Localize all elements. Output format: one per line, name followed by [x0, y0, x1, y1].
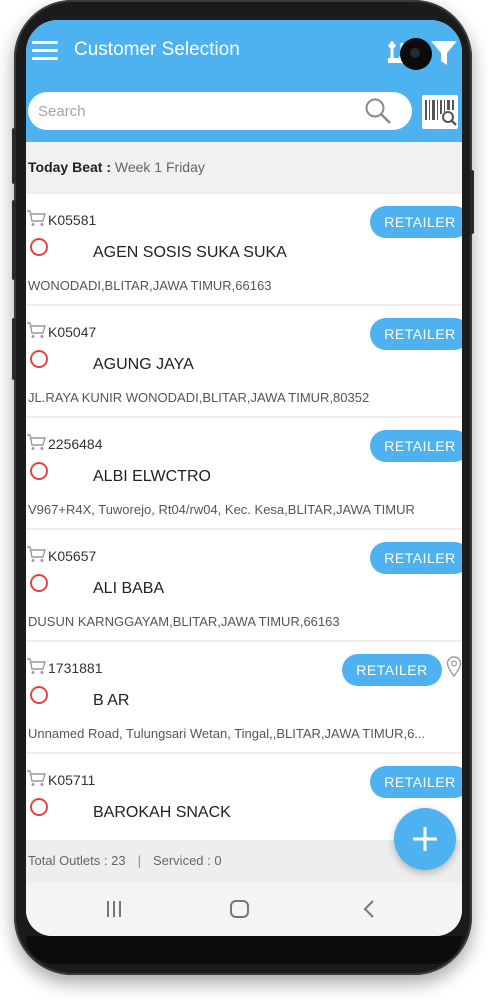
menu-icon[interactable] [32, 41, 58, 61]
status-indicator [30, 798, 48, 816]
customer-type-badge[interactable]: RETAILER [342, 654, 442, 686]
customer-address: DUSUN KARNGGAYAM,BLITAR,JAWA TIMUR,66163 [28, 614, 340, 629]
customer-address: WONODADI,BLITAR,JAWA TIMUR,66163 [28, 278, 272, 293]
filter-icon[interactable] [430, 39, 458, 67]
phone-chin [26, 936, 462, 964]
customer-name: ALI BABA [93, 580, 165, 597]
barcode-scanner-icon[interactable] [422, 95, 458, 129]
search-input[interactable] [38, 92, 358, 130]
customer-card[interactable]: K05657 RETAILER ALI BABA DUSUN KARNGGAYA… [26, 530, 462, 640]
plus-icon [413, 827, 437, 851]
page-title: Customer Selection [74, 39, 240, 60]
customer-name: B AR [93, 692, 130, 709]
customer-type-badge[interactable]: RETAILER [370, 318, 462, 350]
volume-button [12, 128, 16, 184]
customer-card[interactable]: K05047 RETAILER AGUNG JAYA JL.RAYA KUNIR… [26, 306, 462, 416]
cart-icon [27, 434, 46, 450]
customer-type-badge[interactable]: RETAILER [370, 430, 462, 462]
status-indicator [30, 574, 48, 592]
bixby-button [12, 200, 16, 280]
customer-code: K05047 [48, 324, 97, 340]
power-button [470, 170, 474, 234]
customer-address: Unnamed Road, Tulungsari Wetan, Tingal,,… [28, 726, 426, 741]
back-icon[interactable] [358, 898, 382, 920]
customer-code: 2256484 [48, 436, 103, 452]
beat-label: Today Beat : [28, 159, 115, 175]
side-button [12, 318, 16, 380]
customer-card[interactable]: K05581 RETAILER AGEN SOSIS SUKA SUKA WON… [26, 194, 462, 304]
cart-icon [27, 210, 46, 226]
status-indicator [30, 462, 48, 480]
beat-value: Week 1 Friday [114, 159, 205, 175]
customer-card[interactable]: 2256484 RETAILER ALBI ELWCTRO V967+R4X, … [26, 418, 462, 528]
customer-code: K05581 [48, 212, 97, 228]
status-indicator [30, 686, 48, 704]
summary-separator: | [137, 853, 141, 868]
system-nav-bar [26, 882, 462, 936]
customer-address: V967+R4X, Tuworejo, Rt04/rw04, Kec. Kesa… [28, 502, 415, 517]
customer-code: K05711 [48, 772, 96, 788]
recent-apps-icon[interactable] [102, 898, 126, 920]
app-bar: Customer Selection [26, 20, 462, 142]
home-icon[interactable] [228, 898, 252, 920]
search-bar[interactable] [28, 92, 412, 130]
customer-name: BAROKAH SNACK [93, 804, 231, 821]
customer-name: ALBI ELWCTRO [93, 468, 211, 485]
customer-name: AGUNG JAYA [93, 356, 194, 373]
customer-type-badge[interactable]: RETAILER [370, 542, 462, 574]
customer-name: AGEN SOSIS SUKA SUKA [93, 244, 287, 261]
customer-type-badge[interactable]: RETAILER [370, 766, 462, 798]
status-indicator [30, 350, 48, 368]
cart-icon [27, 322, 46, 338]
add-customer-button[interactable] [394, 808, 456, 870]
customer-card[interactable]: 1731881 RETAILER B AR Unnamed Road, Tulu… [26, 642, 462, 752]
screen: Customer Selection Search Today Beat: W… [26, 20, 462, 936]
customer-code: K05657 [48, 548, 97, 564]
cart-icon [27, 546, 46, 562]
serviced-count: Serviced : 0 [152, 853, 222, 868]
location-pin-icon[interactable] [446, 656, 462, 678]
status-indicator [30, 238, 48, 256]
today-beat: Today Beat : Week 1 Friday [28, 142, 462, 192]
cart-icon [27, 658, 46, 674]
front-camera [400, 38, 432, 70]
cart-icon [27, 770, 46, 786]
search-icon[interactable] [364, 97, 392, 125]
customer-type-badge[interactable]: RETAILER [370, 206, 462, 238]
customer-address: JL.RAYA KUNIR WONODADI,BLITAR,JAWA TIMUR… [28, 390, 370, 405]
customer-code: 1731881 [48, 660, 103, 676]
total-outlets: Total Outlets : 23 [28, 853, 126, 868]
